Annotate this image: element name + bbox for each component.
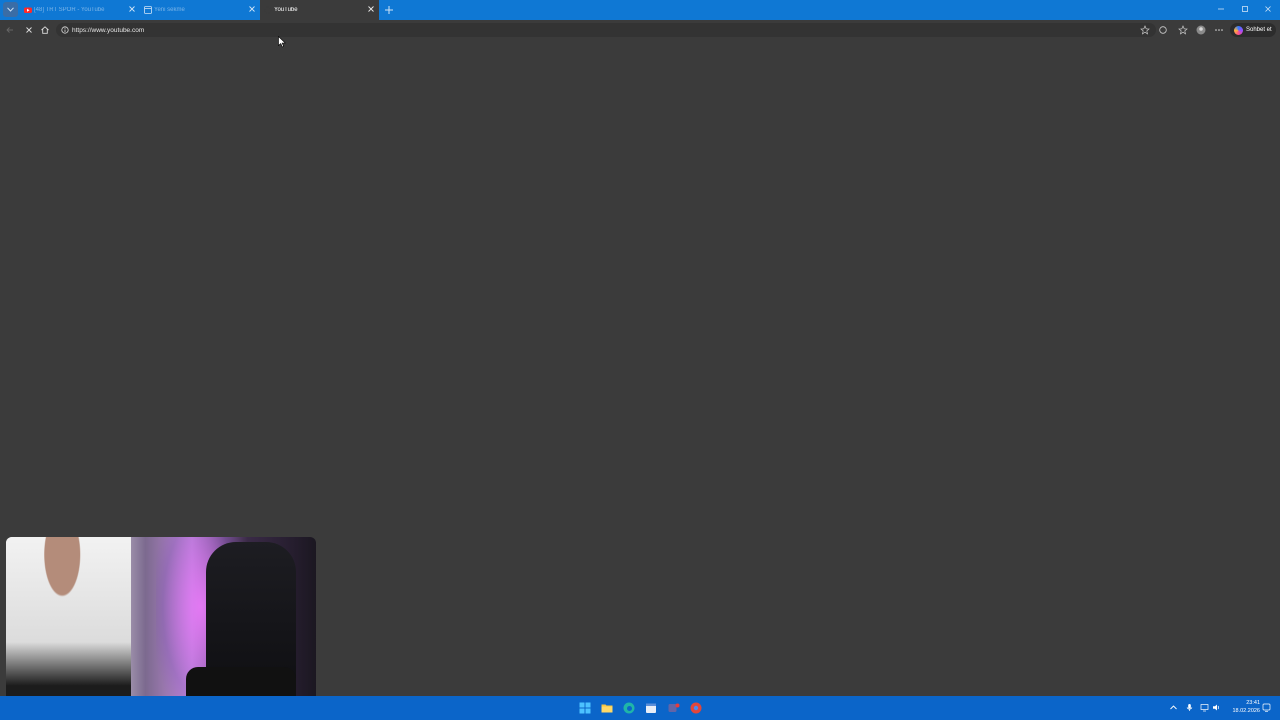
- tab-title: [48] TRT SPOR - YouTube: [34, 7, 105, 13]
- windows-taskbar: 23:41 18.02.2026: [0, 696, 1280, 720]
- maximize-icon[interactable]: [1240, 4, 1250, 14]
- streamer-figure: [6, 537, 131, 712]
- file-explorer-icon[interactable]: [601, 702, 613, 714]
- mouse-cursor-icon: [278, 36, 286, 48]
- close-window-icon[interactable]: [1263, 4, 1273, 14]
- new-tab-plus-icon[interactable]: [383, 4, 395, 16]
- close-icon[interactable]: [128, 5, 136, 13]
- copilot-icon: [1234, 25, 1243, 35]
- webcam-overlay: [6, 537, 316, 712]
- profile-avatar-icon[interactable]: [1196, 25, 1206, 35]
- favorite-star-icon[interactable]: [1140, 25, 1150, 35]
- loading-icon: [264, 6, 272, 14]
- tab-trt-spor[interactable]: [48] TRT SPOR - YouTube: [20, 0, 140, 20]
- url-text: https://www.youtube.com: [72, 26, 145, 34]
- edge-icon[interactable]: [623, 702, 635, 714]
- stop-loading-icon[interactable]: [24, 25, 34, 35]
- chevron-down-icon: [7, 7, 14, 12]
- microphone-icon[interactable]: [1185, 703, 1194, 712]
- tab-strip: [48] TRT SPOR - YouTube Yeni sekme YouTu…: [0, 0, 1280, 20]
- chat-button-label: Sohbet et: [1246, 27, 1272, 33]
- tab-new-tab[interactable]: Yeni sekme: [140, 0, 260, 20]
- chrome-icon[interactable]: [690, 702, 702, 714]
- network-icon[interactable]: [1200, 703, 1209, 712]
- tab-youtube[interactable]: YouTube: [260, 0, 379, 20]
- system-clock[interactable]: 23:41 18.02.2026: [1226, 699, 1260, 715]
- more-menu-icon[interactable]: [1214, 25, 1224, 35]
- site-info-icon[interactable]: [61, 26, 69, 34]
- home-icon[interactable]: [40, 25, 50, 35]
- youtube-icon: [24, 7, 32, 13]
- windows-start-icon[interactable]: [579, 702, 591, 714]
- copilot-chat-button[interactable]: Sohbet et: [1230, 23, 1276, 37]
- back-icon[interactable]: [5, 25, 15, 35]
- refresh-extension-icon[interactable]: [1158, 25, 1168, 35]
- close-icon[interactable]: [367, 5, 375, 13]
- calendar-icon[interactable]: [645, 702, 657, 714]
- clock-time: 23:41: [1246, 700, 1260, 706]
- tab-title: Yeni sekme: [154, 7, 185, 13]
- clock-date: 18.02.2026: [1232, 708, 1260, 714]
- notifications-icon[interactable]: [1262, 703, 1271, 712]
- minimize-icon[interactable]: [1216, 4, 1226, 14]
- tab-actions-menu-button[interactable]: [3, 2, 18, 17]
- tab-title: YouTube: [274, 7, 298, 13]
- address-bar[interactable]: https://www.youtube.com: [56, 23, 1156, 37]
- tray-chevron-up-icon[interactable]: [1169, 703, 1178, 712]
- volume-icon[interactable]: [1212, 703, 1221, 712]
- favorites-icon[interactable]: [1178, 25, 1188, 35]
- close-icon[interactable]: [248, 5, 256, 13]
- teams-icon[interactable]: [668, 702, 680, 714]
- newtab-icon: [144, 6, 152, 14]
